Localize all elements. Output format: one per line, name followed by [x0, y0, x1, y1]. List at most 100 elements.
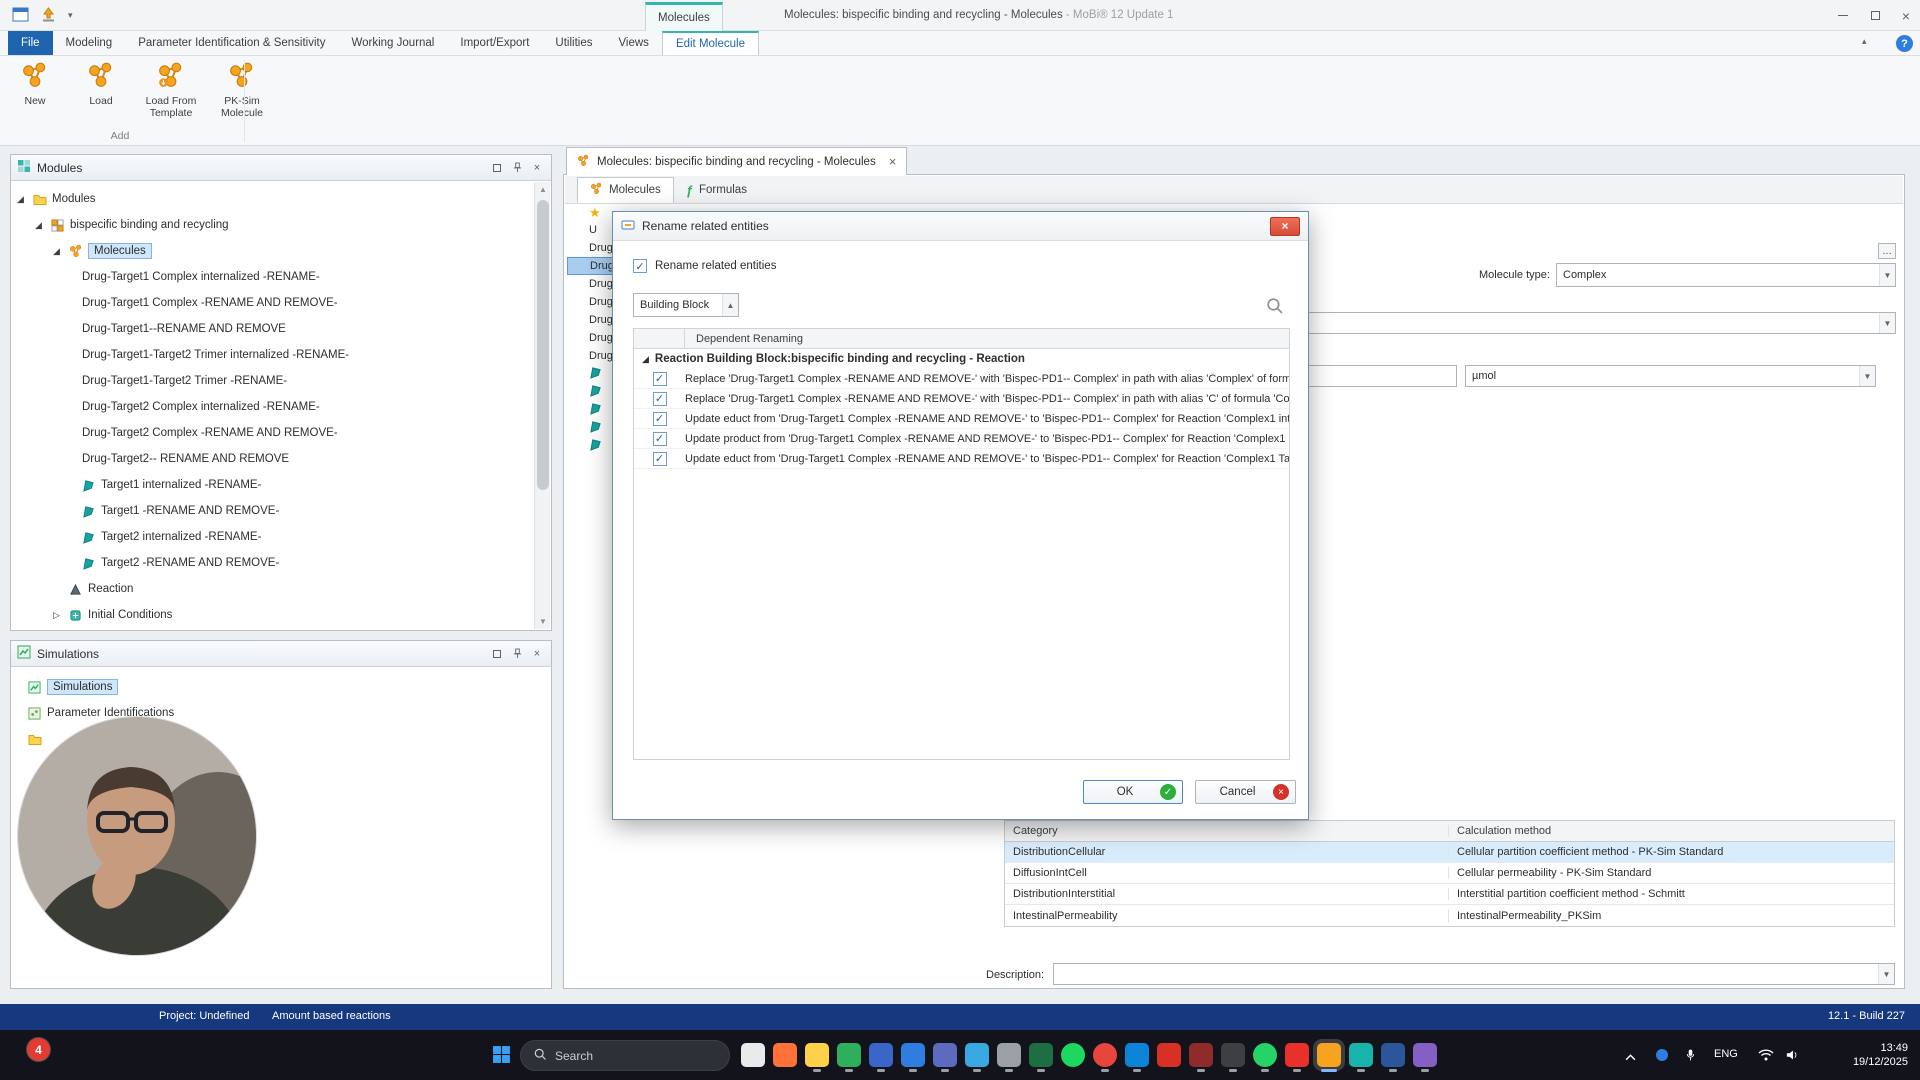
modules-scrollbar[interactable]: ▲ ▼ [534, 182, 550, 629]
grid-header[interactable]: Dependent Renaming [634, 329, 1289, 349]
parameter-identifications-item[interactable]: Parameter Identifications [11, 700, 531, 726]
panel-pin-icon[interactable] [509, 646, 525, 662]
taskbar-icon-adobe-acrobat[interactable] [1285, 1043, 1309, 1072]
pksim-molecule-button[interactable]: PK-Sim Molecule [212, 59, 272, 131]
panel-pin-icon[interactable] [509, 160, 525, 176]
tray-microphone-icon[interactable] [1686, 1048, 1695, 1065]
menu-item-import-export[interactable]: Import/Export [447, 31, 542, 55]
document-tab[interactable]: Molecules: bispecific binding and recycl… [566, 147, 908, 175]
taskbar-icon-word[interactable] [1381, 1043, 1405, 1072]
dropdown-arrow-icon[interactable]: ▼ [1879, 264, 1895, 286]
menu-item-file[interactable]: File [8, 31, 53, 55]
taskbar-icon-firefox[interactable] [773, 1043, 797, 1067]
cancel-button[interactable]: Cancel × [1195, 780, 1296, 804]
tree-item-target[interactable]: Target1 internalized -RENAME- [11, 472, 531, 498]
scroll-thumb[interactable] [537, 200, 549, 490]
help-icon[interactable]: ? [1896, 35, 1913, 52]
tree-item-molecule[interactable]: Drug-Target1-Target2 Trimer -RENAME- [11, 368, 531, 394]
tree-item-molecule[interactable]: Drug-Target1--RENAME AND REMOVE [11, 316, 531, 342]
expander-open-icon[interactable]: ◢ [35, 220, 51, 231]
taskbar-icon-outlook[interactable] [901, 1043, 925, 1072]
tree-item-molecule[interactable]: Drug-Target1-Target2 Trimer internalized… [11, 342, 531, 368]
load-molecule-button[interactable]: Load [72, 59, 130, 131]
search-icon[interactable] [1265, 296, 1284, 318]
taskbar-icon-app-red[interactable] [1157, 1043, 1181, 1067]
table-row[interactable]: DiffusionIntCell Cellular permeability -… [1005, 863, 1894, 884]
taskbar-icon-excel[interactable] [1029, 1043, 1053, 1072]
grid-group-row[interactable]: ◢ Reaction Building Block:bispecific bin… [634, 349, 1289, 369]
tray-onedrive-icon[interactable] [1656, 1049, 1668, 1061]
rename-row[interactable]: Replace 'Drug-Target1 Complex -RENAME AN… [634, 389, 1289, 409]
panel-float-icon[interactable] [489, 160, 505, 176]
checkbox-checked-icon[interactable] [633, 259, 647, 273]
tree-item-molecule[interactable]: Drug-Target1 Complex -RENAME AND REMOVE- [11, 290, 531, 316]
checkbox-checked-icon[interactable] [652, 411, 667, 426]
taskbar-icon-app-indigo[interactable] [933, 1043, 957, 1072]
tree-item-molecule[interactable]: Drug-Target1 Complex internalized -RENAM… [11, 264, 531, 290]
tray-chevron-icon[interactable] [1625, 1052, 1636, 1064]
table-header[interactable]: Category Calculation method [1005, 821, 1894, 842]
start-button[interactable] [492, 1045, 511, 1067]
tree-item-molecule[interactable]: Drug-Target2-- RENAME AND REMOVE [11, 446, 531, 472]
tray-clock[interactable]: 13:49 19/12/2025 [1853, 1041, 1908, 1069]
load-from-template-button[interactable]: Load From Template [138, 59, 204, 131]
rename-row[interactable]: Replace 'Drug-Target1 Complex -RENAME AN… [634, 369, 1289, 389]
quick-access-export-icon[interactable] [40, 6, 57, 26]
taskbar-icon-image-viewer[interactable] [1349, 1043, 1373, 1072]
dropdown-arrow-icon[interactable]: ▼ [1879, 313, 1895, 333]
simulations-item[interactable]: Simulations [11, 674, 531, 700]
taskbar-icon-app-dark[interactable] [1221, 1043, 1245, 1072]
ribbon-collapse-icon[interactable]: ▴ [1862, 36, 1867, 47]
taskbar-search[interactable]: Search [520, 1040, 730, 1071]
tree-item-reaction[interactable]: Reaction [11, 576, 531, 602]
taskbar-icon-mobi[interactable] [1317, 1043, 1341, 1072]
tree-item-molecule[interactable]: Drug-Target2 Complex -RENAME AND REMOVE- [11, 420, 531, 446]
tree-item-target[interactable]: Target1 -RENAME AND REMOVE- [11, 498, 531, 524]
taskbar-icon-spotify[interactable] [1061, 1043, 1085, 1067]
quick-access-chevron-icon[interactable]: ▾ [68, 10, 73, 21]
subtab-molecules[interactable]: Molecules [577, 177, 674, 203]
taskbar-icon-settings-gear[interactable] [997, 1043, 1021, 1072]
taskbar-icon-app-green[interactable] [837, 1043, 861, 1072]
tray-volume-icon[interactable] [1786, 1049, 1800, 1064]
close-button[interactable]: × [1892, 0, 1920, 31]
description-combo[interactable]: ▼ [1053, 963, 1895, 985]
panel-close-icon[interactable]: × [529, 646, 545, 662]
table-row[interactable]: DistributionCellular Cellular partition … [1005, 842, 1894, 863]
taskbar-icon-app-maroon[interactable] [1189, 1043, 1213, 1072]
notification-badge[interactable]: 4 [27, 1038, 50, 1061]
subtab-formulas[interactable]: ƒ Formulas [674, 177, 759, 203]
rename-row[interactable]: Update product from 'Drug-Target1 Comple… [634, 429, 1289, 449]
tree-item-molecules[interactable]: ◢ Molecules [11, 238, 531, 264]
checkbox-checked-icon[interactable] [652, 451, 667, 466]
menu-item-parameter-identification[interactable]: Parameter Identification & Sensitivity [125, 31, 338, 55]
tree-item-target[interactable]: Target2 -RENAME AND REMOVE- [11, 550, 531, 576]
dialog-close-button[interactable]: × [1270, 216, 1300, 236]
tree-item-target[interactable]: Target2 internalized -RENAME- [11, 524, 531, 550]
scope-combo[interactable]: Building Block ▲ [633, 293, 739, 317]
taskbar-icon-file-explorer[interactable] [805, 1043, 829, 1072]
rename-row[interactable]: Update educt from 'Drug-Target1 Complex … [634, 449, 1289, 469]
checkbox-checked-icon[interactable] [652, 371, 667, 386]
dropdown-arrow-icon[interactable]: ▼ [1878, 964, 1894, 984]
taskbar-icon-remote-desktop[interactable] [869, 1043, 893, 1072]
scroll-down-icon[interactable]: ▼ [535, 614, 551, 629]
taskbar-icon-to-do[interactable] [965, 1043, 989, 1072]
quick-access-app-icon[interactable] [12, 6, 29, 26]
expander-open-icon[interactable]: ◢ [642, 354, 649, 365]
unit-combo[interactable]: µmol ▼ [1465, 365, 1876, 387]
new-molecule-button[interactable]: New [6, 59, 64, 131]
molecule-type-combo[interactable]: Complex ▼ [1556, 263, 1896, 287]
rename-row[interactable]: Update educt from 'Drug-Target1 Complex … [634, 409, 1289, 429]
table-row[interactable]: DistributionInterstitial Interstitial pa… [1005, 884, 1894, 905]
panel-close-icon[interactable]: × [529, 160, 545, 176]
document-tab-close-icon[interactable]: × [889, 154, 897, 169]
tree-item-initial-conditions[interactable]: ▷ Initial Conditions [11, 602, 531, 628]
titlebar-doc-tab[interactable]: Molecules [645, 2, 723, 31]
panel-float-icon[interactable] [489, 646, 505, 662]
menu-item-utilities[interactable]: Utilities [542, 31, 605, 55]
expander-open-icon[interactable]: ◢ [17, 194, 33, 205]
ellipsis-button[interactable]: … [1878, 243, 1896, 259]
tree-item-modules[interactable]: ◢ Modules [11, 186, 531, 212]
maximize-button[interactable] [1860, 0, 1890, 31]
